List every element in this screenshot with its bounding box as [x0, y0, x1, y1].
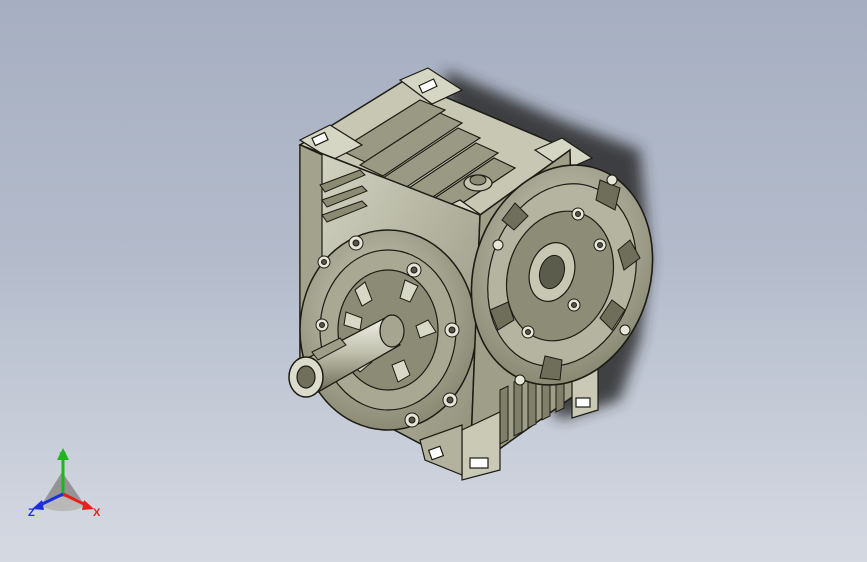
gearbox-model[interactable]: [0, 0, 867, 562]
y-axis-label: Y: [59, 451, 67, 463]
orientation-triad[interactable]: Y X Z: [24, 446, 108, 526]
graphics-viewport[interactable]: Y X Z: [0, 0, 867, 562]
x-axis-label: X: [93, 507, 101, 519]
z-axis-label: Z: [28, 507, 35, 519]
